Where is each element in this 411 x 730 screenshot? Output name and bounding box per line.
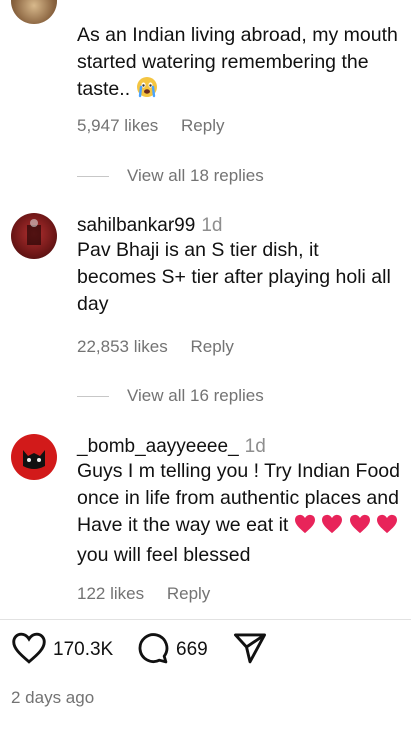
avatar[interactable] <box>11 213 57 259</box>
comment-text: Pav Bhaji is an S tier dish, it becomes … <box>77 239 391 315</box>
view-replies-button[interactable]: View all 16 replies <box>77 386 264 406</box>
comment-text: Guys I m telling you ! Try Indian Food o… <box>77 460 400 566</box>
crying-emoji <box>136 76 158 106</box>
username[interactable]: _bomb_aayyeeee_ <box>77 436 239 457</box>
like-action[interactable]: 170.3K <box>11 630 113 670</box>
comment-age: 1d <box>201 215 223 236</box>
post-actions: 170.3K 669 <box>0 630 411 670</box>
comment-count-total[interactable]: 669 <box>176 639 208 661</box>
divider-line <box>77 175 109 177</box>
heart-emoji <box>376 514 398 542</box>
avatar[interactable] <box>11 434 57 480</box>
comment-meta: 122 likes Reply <box>77 584 228 604</box>
comment-text: As an Indian living abroad, my mouth sta… <box>77 22 403 106</box>
comment-icon[interactable] <box>134 631 170 670</box>
like-count[interactable]: 122 likes <box>77 584 144 603</box>
view-replies-label: View all 16 replies <box>127 386 264 405</box>
comment-meta: 5,947 likes Reply <box>77 116 242 136</box>
comment-action[interactable]: 669 <box>134 630 208 670</box>
post-timestamp: 2 days ago <box>11 688 95 707</box>
reply-button[interactable]: Reply <box>190 337 233 356</box>
share-icon[interactable] <box>232 632 268 669</box>
view-replies-label: View all 18 replies <box>127 166 264 185</box>
comment-meta: 22,853 likes Reply <box>77 337 252 357</box>
like-count[interactable]: 5,947 likes <box>77 116 158 135</box>
heart-emoji <box>321 514 343 542</box>
reply-button[interactable]: Reply <box>181 116 224 135</box>
heart-emoji <box>349 514 371 542</box>
view-replies-button[interactable]: View all 18 replies <box>77 166 264 186</box>
like-count[interactable]: 22,853 likes <box>77 337 168 356</box>
section-divider <box>0 619 411 620</box>
divider-line <box>77 395 109 397</box>
like-count-total[interactable]: 170.3K <box>53 639 113 661</box>
share-action[interactable] <box>232 630 268 670</box>
comment-age: 1d <box>244 436 266 457</box>
heart-icon[interactable] <box>11 632 47 669</box>
heart-emoji <box>294 514 316 542</box>
reply-button[interactable]: Reply <box>167 584 210 603</box>
username[interactable]: sahilbankar99 <box>77 215 195 236</box>
avatar[interactable] <box>11 0 57 24</box>
